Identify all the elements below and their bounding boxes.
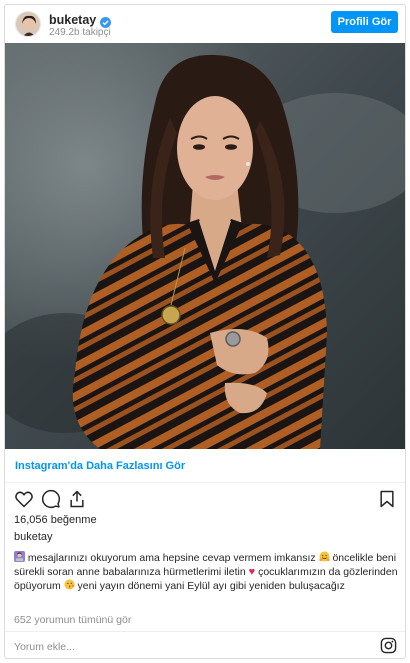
comment-bar [5, 631, 405, 658]
comment-icon[interactable] [41, 489, 61, 509]
heart-icon[interactable] [14, 489, 34, 509]
bookmark-icon[interactable] [377, 489, 397, 509]
share-icon[interactable] [67, 489, 87, 509]
add-comment-input[interactable] [14, 639, 314, 655]
instagram-embed-card: buketay 249.2b takipçi Profili Gör Insta… [4, 4, 406, 659]
verified-badge-icon [100, 15, 112, 28]
username-row: buketay [49, 13, 112, 28]
follower-count: 249.2b takipçi [49, 27, 111, 38]
post-header: buketay 249.2b takipçi Profili Gör [5, 5, 405, 43]
hugging-face-emoji-icon [318, 551, 330, 562]
caption-username[interactable]: buketay [14, 531, 53, 543]
instagram-logo-icon[interactable] [380, 637, 397, 654]
post-caption: mesajlarınızı okuyorum ama hepsine cevap… [14, 551, 399, 593]
post-photo[interactable] [5, 43, 405, 449]
avatar[interactable] [15, 11, 41, 37]
post-actions [5, 485, 405, 513]
view-all-comments-link[interactable]: 652 yorumun tümünü gör [14, 614, 131, 626]
like-count[interactable]: 16,056 beğenme [14, 514, 97, 526]
view-profile-button[interactable]: Profili Gör [331, 11, 398, 33]
caption-text-4: yeni yayın dönemi yani Eylül ayı gibi ye… [74, 580, 345, 592]
woman-at-laptop-emoji-icon [14, 551, 25, 562]
view-more-link-label[interactable]: Instagram'da Daha Fazlasını Gör [15, 460, 185, 472]
caption-text-1: mesajlarınızı okuyorum ama hepsine cevap… [25, 552, 319, 564]
kissing-face-emoji-icon [64, 579, 75, 590]
username[interactable]: buketay [49, 13, 96, 27]
view-more-on-instagram-link[interactable]: Instagram'da Daha Fazlasını Gör [5, 449, 405, 483]
